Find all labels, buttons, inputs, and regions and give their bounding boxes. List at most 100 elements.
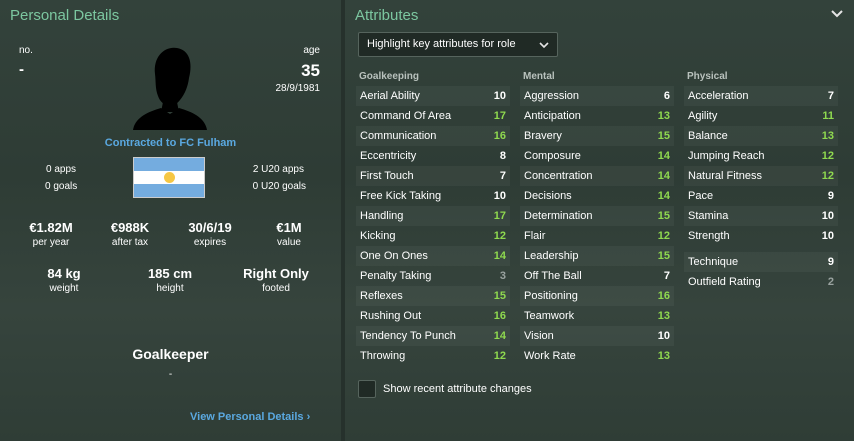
attributes-title: Attributes	[355, 7, 419, 24]
attribute-row[interactable]: Pace 9	[684, 186, 838, 206]
attribute-name: Rushing Out	[360, 310, 422, 322]
expires-value: 30/6/19	[188, 220, 232, 235]
attribute-value: 7	[663, 270, 670, 282]
attribute-value: 10	[493, 190, 506, 202]
attribute-row[interactable]: Off The Ball 7	[520, 266, 674, 286]
dropdown-chevron-icon	[539, 42, 549, 49]
attribute-name: Technique	[688, 256, 739, 268]
attribute-row[interactable]: Penalty Taking 3	[356, 266, 510, 286]
attribute-row[interactable]: Flair 12	[520, 226, 674, 246]
attribute-name: Leadership	[524, 250, 579, 262]
attribute-row[interactable]: Positioning 16	[520, 286, 674, 306]
attribute-row[interactable]: Communication 16	[356, 126, 510, 146]
attribute-row[interactable]: Balance 13	[684, 126, 838, 146]
attribute-row[interactable]: Command Of Area 17	[356, 106, 510, 126]
after-tax-value: €988K	[110, 220, 150, 235]
attribute-name: Vision	[524, 330, 554, 342]
attribute-value: 10	[657, 330, 670, 342]
attribute-row[interactable]: Anticipation 13	[520, 106, 674, 126]
attribute-row[interactable]: Outfield Rating 2	[684, 272, 838, 292]
attribute-value: 2	[827, 276, 834, 288]
attribute-row[interactable]: Kicking 12	[356, 226, 510, 246]
attribute-row[interactable]: Aerial Ability 10	[356, 86, 510, 106]
attribute-row[interactable]: One On Ones 14	[356, 246, 510, 266]
attribute-value: 14	[657, 150, 670, 162]
attribute-row[interactable]: Handling 17	[356, 206, 510, 226]
attribute-row[interactable]: First Touch 7	[356, 166, 510, 186]
show-changes-checkbox[interactable]	[358, 380, 376, 398]
chevron-down-icon[interactable]	[830, 8, 844, 20]
attribute-row[interactable]: Strength 10	[684, 226, 838, 246]
attribute-value: 13	[657, 350, 670, 362]
highlight-role-label: Highlight key attributes for role	[367, 38, 516, 50]
no-value: -	[19, 61, 24, 78]
attribute-name: Off The Ball	[524, 270, 582, 282]
attribute-value: 9	[827, 190, 834, 202]
attribute-value: 12	[493, 350, 506, 362]
attribute-row[interactable]: Determination 15	[520, 206, 674, 226]
attribute-row[interactable]: Throwing 12	[356, 346, 510, 366]
attribute-row[interactable]: Reflexes 15	[356, 286, 510, 306]
player-value: €1M	[276, 220, 302, 235]
attribute-row[interactable]: Natural Fitness 12	[684, 166, 838, 186]
attribute-row[interactable]: Leadership 15	[520, 246, 674, 266]
show-changes-label: Show recent attribute changes	[383, 383, 532, 395]
attribute-value: 9	[827, 256, 834, 268]
attribute-row[interactable]: Agility 11	[684, 106, 838, 126]
attribute-row[interactable]: Eccentricity 8	[356, 146, 510, 166]
personal-details-title: Personal Details	[10, 7, 120, 24]
attribute-row[interactable]: Aggression 6	[520, 86, 674, 106]
attribute-row[interactable]: Free Kick Taking 10	[356, 186, 510, 206]
attribute-name: Penalty Taking	[360, 270, 432, 282]
attribute-name: Kicking	[360, 230, 396, 242]
attribute-row[interactable]: Rushing Out 16	[356, 306, 510, 326]
player-role: Goalkeeper	[132, 346, 209, 362]
no-label: no.	[19, 45, 33, 56]
contract-link[interactable]: Contracted to FC Fulham	[0, 137, 341, 149]
u20-goals-count: 0 U20 goals	[252, 181, 306, 192]
attribute-name: One On Ones	[360, 250, 428, 262]
footed-stat: Right Only footed	[236, 266, 316, 294]
column-heading-goalkeeping: Goalkeeping	[359, 71, 420, 82]
attribute-row[interactable]: Concentration 14	[520, 166, 674, 186]
attribute-name: Bravery	[524, 130, 562, 142]
attribute-value: 8	[499, 150, 506, 162]
dob-value: 28/9/1981	[275, 83, 321, 94]
attribute-row[interactable]: Teamwork 13	[520, 306, 674, 326]
attribute-row[interactable]: Acceleration 7	[684, 86, 838, 106]
attribute-name: Balance	[688, 130, 728, 142]
attribute-row[interactable]: Decisions 14	[520, 186, 674, 206]
attribute-value: 17	[493, 210, 506, 222]
after-tax-label: after tax	[111, 237, 149, 248]
attributes-panel: Attributes Highlight key attributes for …	[345, 0, 854, 441]
attribute-value: 7	[827, 90, 834, 102]
attribute-name: Work Rate	[524, 350, 576, 362]
attribute-value: 14	[657, 170, 670, 182]
attribute-row[interactable]: Work Rate 13	[520, 346, 674, 366]
view-personal-details-link[interactable]: View Personal Details ›	[190, 411, 310, 423]
column-heading-physical: Physical	[687, 71, 728, 82]
u20-apps-count: 2 U20 apps	[252, 164, 304, 175]
attribute-row[interactable]: Jumping Reach 12	[684, 146, 838, 166]
footed-value: Right Only	[243, 266, 309, 281]
attribute-name: Decisions	[524, 190, 572, 202]
attribute-name: First Touch	[360, 170, 414, 182]
attribute-value: 7	[499, 170, 506, 182]
attribute-row[interactable]: Bravery 15	[520, 126, 674, 146]
attribute-row[interactable]: Stamina 10	[684, 206, 838, 226]
footed-label: footed	[262, 283, 290, 294]
attribute-name: Concentration	[524, 170, 593, 182]
attribute-value: 15	[657, 210, 670, 222]
attribute-row[interactable]: Vision 10	[520, 326, 674, 346]
attribute-row[interactable]: Tendency To Punch 14	[356, 326, 510, 346]
highlight-role-dropdown[interactable]: Highlight key attributes for role	[358, 32, 558, 57]
apps-count: 0 apps	[46, 164, 77, 175]
attribute-value: 14	[493, 330, 506, 342]
attribute-name: Aggression	[524, 90, 580, 102]
attribute-name: Free Kick Taking	[360, 190, 442, 202]
attribute-value: 12	[657, 230, 670, 242]
attribute-row[interactable]: Technique 9	[684, 252, 838, 272]
attribute-name: Stamina	[688, 210, 729, 222]
goals-count: 0 goals	[45, 181, 78, 192]
attribute-row[interactable]: Composure 14	[520, 146, 674, 166]
